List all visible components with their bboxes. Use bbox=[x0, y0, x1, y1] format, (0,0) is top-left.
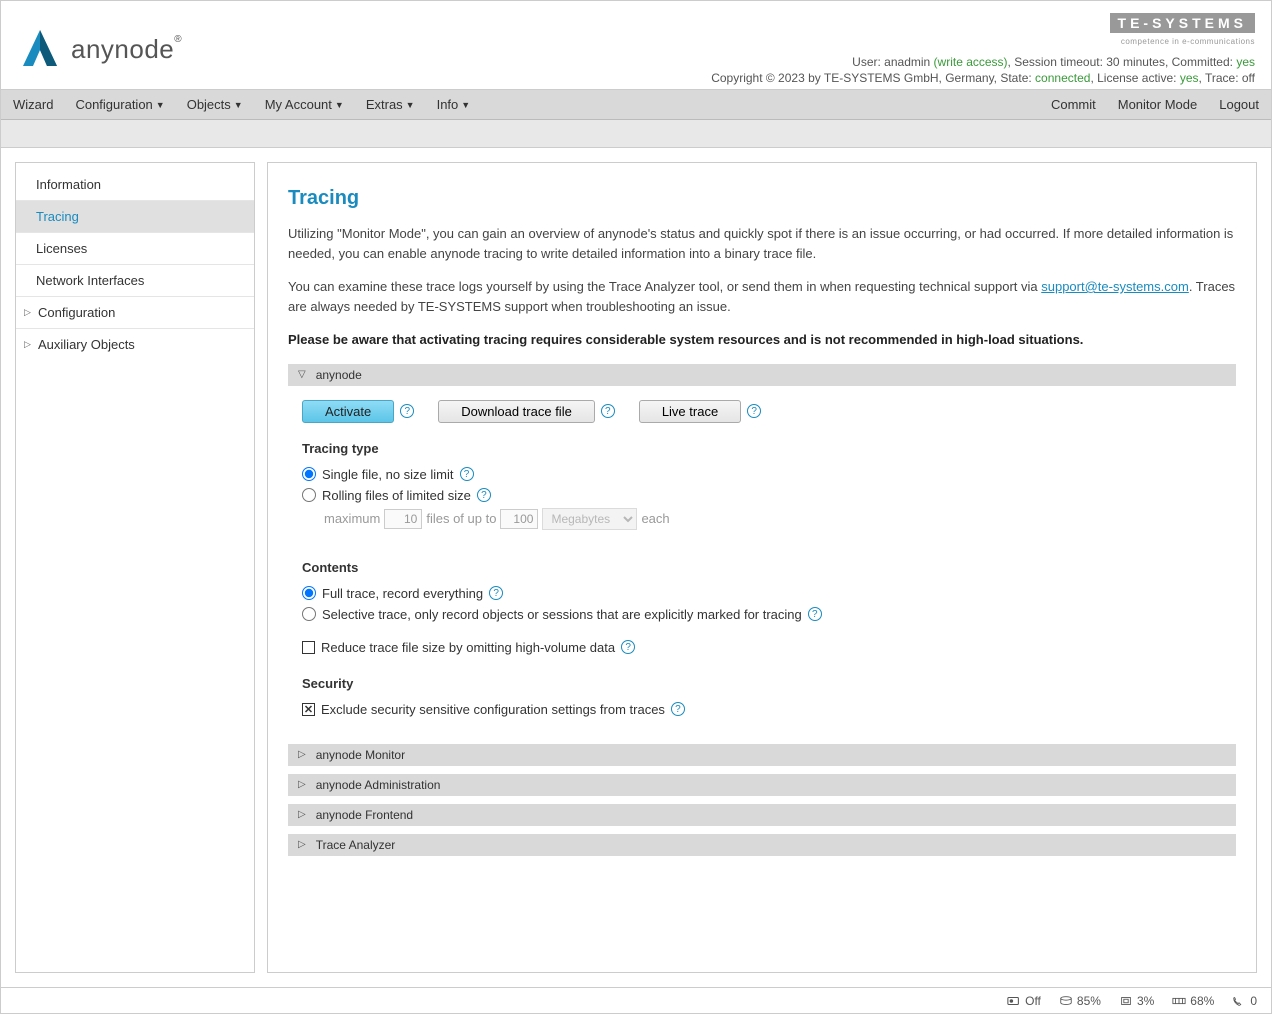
radio-rolling-files-label: Rolling files of limited size bbox=[322, 488, 471, 503]
status-line: User: anadmin (write access), Session ti… bbox=[711, 55, 1255, 69]
radio-full-trace-label: Full trace, record everything bbox=[322, 586, 483, 601]
page-title: Tracing bbox=[288, 187, 1236, 210]
radio-full-trace[interactable] bbox=[302, 586, 316, 600]
sidebar-item-information[interactable]: Information bbox=[16, 169, 254, 201]
panel-anynode-administration-header[interactable]: ▷ anynode Administration bbox=[288, 774, 1236, 796]
menu-configuration[interactable]: Configuration ▼ bbox=[75, 97, 164, 112]
radio-selective-trace[interactable] bbox=[302, 607, 316, 621]
expander-right-icon: ▷ bbox=[298, 809, 306, 820]
support-email-link[interactable]: support@te-systems.com bbox=[1041, 279, 1189, 294]
record-off-icon bbox=[1007, 995, 1021, 1007]
unit-select[interactable]: Megabytes bbox=[542, 508, 637, 530]
activate-button[interactable]: Activate bbox=[302, 400, 394, 423]
sidebar: Information Tracing Licenses Network Int… bbox=[15, 162, 255, 973]
tracing-type-label: Tracing type bbox=[302, 441, 1236, 456]
caret-down-icon: ▼ bbox=[335, 100, 344, 110]
panel-anynode-monitor-header[interactable]: ▷ anynode Monitor bbox=[288, 744, 1236, 766]
radio-single-file-label: Single file, no size limit bbox=[322, 467, 454, 482]
caret-down-icon: ▼ bbox=[234, 100, 243, 110]
intro-paragraph-1: Utilizing "Monitor Mode", you can gain a… bbox=[288, 224, 1236, 263]
sidebar-item-network-interfaces[interactable]: Network Interfaces bbox=[16, 265, 254, 297]
radio-selective-trace-label: Selective trace, only record objects or … bbox=[322, 607, 802, 622]
triangle-right-icon: ▷ bbox=[24, 339, 34, 350]
status-trace-off: Off bbox=[1007, 994, 1041, 1008]
contents-label: Contents bbox=[302, 560, 1236, 575]
files-of-up-to-label: files of up to bbox=[426, 511, 496, 526]
copyright-line: Copyright © 2023 by TE-SYSTEMS GmbH, Ger… bbox=[711, 71, 1255, 85]
security-label: Security bbox=[302, 676, 1236, 691]
anynode-logo-icon bbox=[17, 26, 63, 72]
panel-anynode-frontend-header[interactable]: ▷ anynode Frontend bbox=[288, 804, 1236, 826]
radio-rolling-files[interactable] bbox=[302, 488, 316, 502]
menu-commit[interactable]: Commit bbox=[1051, 97, 1096, 112]
live-trace-button[interactable]: Live trace bbox=[639, 400, 741, 423]
main-panel: Tracing Utilizing "Monitor Mode", you ca… bbox=[267, 162, 1257, 973]
max-files-input[interactable] bbox=[384, 509, 422, 529]
status-memory: 68% bbox=[1172, 994, 1214, 1008]
sidebar-item-licenses[interactable]: Licenses bbox=[16, 233, 254, 265]
caret-down-icon: ▼ bbox=[461, 100, 470, 110]
panel-trace-analyzer-header[interactable]: ▷ Trace Analyzer bbox=[288, 834, 1236, 856]
expander-down-icon: ▽ bbox=[298, 369, 306, 380]
menu-logout[interactable]: Logout bbox=[1219, 97, 1259, 112]
help-icon[interactable]: ? bbox=[808, 607, 822, 621]
triangle-right-icon: ▷ bbox=[24, 307, 34, 318]
each-label: each bbox=[641, 511, 669, 526]
menu-extras[interactable]: Extras ▼ bbox=[366, 97, 415, 112]
menu-info[interactable]: Info ▼ bbox=[437, 97, 471, 112]
status-cpu: 3% bbox=[1119, 994, 1154, 1008]
status-disk: 85% bbox=[1059, 994, 1101, 1008]
download-trace-button[interactable]: Download trace file bbox=[438, 400, 595, 423]
help-icon[interactable]: ? bbox=[671, 702, 685, 716]
panel-anynode-header[interactable]: ▽ anynode bbox=[288, 364, 1236, 386]
intro-paragraph-2: You can examine these trace logs yoursel… bbox=[288, 277, 1236, 316]
checkbox-reduce-size[interactable] bbox=[302, 641, 315, 654]
status-calls: 0 bbox=[1232, 994, 1257, 1008]
disk-icon bbox=[1059, 995, 1073, 1007]
help-icon[interactable]: ? bbox=[460, 467, 474, 481]
help-icon[interactable]: ? bbox=[489, 586, 503, 600]
warning-paragraph: Please be aware that activating tracing … bbox=[288, 330, 1236, 350]
status-footer: Off 85% 3% 68% 0 bbox=[1, 987, 1271, 1013]
help-icon[interactable]: ? bbox=[621, 640, 635, 654]
vendor-logo: TE-SYSTEMS competence in e-communication… bbox=[711, 13, 1255, 47]
sidebar-item-configuration[interactable]: ▷Configuration bbox=[16, 297, 254, 329]
expander-right-icon: ▷ bbox=[298, 839, 306, 850]
maximum-label: maximum bbox=[324, 511, 380, 526]
expander-right-icon: ▷ bbox=[298, 779, 306, 790]
caret-down-icon: ▼ bbox=[406, 100, 415, 110]
help-icon[interactable]: ? bbox=[400, 404, 414, 418]
sub-toolbar bbox=[1, 120, 1271, 148]
help-icon[interactable]: ? bbox=[477, 488, 491, 502]
help-icon[interactable]: ? bbox=[747, 404, 761, 418]
menu-wizard[interactable]: Wizard bbox=[13, 97, 53, 112]
help-icon[interactable]: ? bbox=[601, 404, 615, 418]
logo-area: anynode® bbox=[17, 13, 182, 85]
memory-icon bbox=[1172, 995, 1186, 1007]
checkbox-exclude-security[interactable]: ✕ bbox=[302, 703, 315, 716]
sidebar-item-auxiliary-objects[interactable]: ▷Auxiliary Objects bbox=[16, 329, 254, 360]
menu-monitor-mode[interactable]: Monitor Mode bbox=[1118, 97, 1197, 112]
expander-right-icon: ▷ bbox=[298, 749, 306, 760]
sidebar-item-tracing[interactable]: Tracing bbox=[16, 201, 254, 233]
radio-single-file[interactable] bbox=[302, 467, 316, 481]
brand-text: anynode® bbox=[71, 34, 182, 65]
checkbox-reduce-size-label: Reduce trace file size by omitting high-… bbox=[321, 640, 615, 655]
menu-my-account[interactable]: My Account ▼ bbox=[265, 97, 344, 112]
file-size-input[interactable] bbox=[500, 509, 538, 529]
cpu-icon bbox=[1119, 995, 1133, 1007]
checkbox-exclude-security-label: Exclude security sensitive configuration… bbox=[321, 702, 665, 717]
phone-icon bbox=[1232, 995, 1246, 1007]
caret-down-icon: ▼ bbox=[156, 100, 165, 110]
menu-objects[interactable]: Objects ▼ bbox=[187, 97, 243, 112]
